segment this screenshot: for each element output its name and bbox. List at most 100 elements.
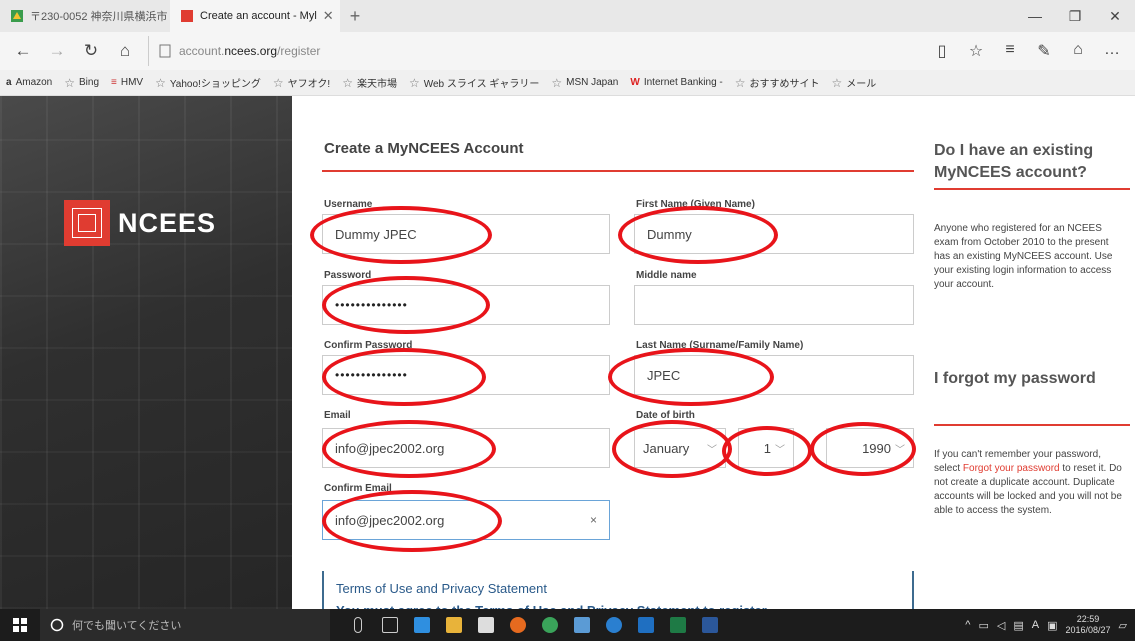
favorite-item[interactable]: ≡ HMV [111, 77, 143, 88]
share-icon[interactable]: ⌂ [1061, 41, 1095, 61]
network-icon[interactable]: ▭ [978, 619, 988, 632]
star-icon: ☆ [64, 75, 76, 90]
star-icon: ☆ [831, 75, 843, 90]
forgot-password-link[interactable]: Forgot your password [963, 463, 1060, 474]
amazon-icon: a [6, 77, 12, 88]
ime-icon[interactable]: ▤ [1013, 619, 1023, 632]
favorite-item[interactable]: ☆ 楽天市場 [342, 75, 397, 91]
title-divider [322, 170, 914, 172]
sidebar-divider [934, 188, 1130, 190]
word-icon[interactable] [694, 609, 726, 641]
explorer-icon[interactable] [438, 609, 470, 641]
last-name-input[interactable]: JPEC [634, 355, 914, 395]
back-icon[interactable]: ← [6, 36, 40, 66]
browser-tab-address[interactable]: 〒230-0052 神奈川県横浜市 [0, 0, 170, 32]
cortana-search-box[interactable]: 何でも聞いてください [40, 609, 330, 641]
windows-taskbar: 何でも聞いてください ^ ▭ ◁ ▤ A ▣ 22:59 2016/08/27 … [0, 609, 1135, 641]
help-sidebar: Do I have an existing MyNCEES account? A… [930, 96, 1135, 609]
browser-tab-title: Create an account - Myl [200, 10, 317, 22]
firefox-icon[interactable] [502, 609, 534, 641]
page-title: Create a MyNCEES Account [324, 140, 524, 157]
bank-icon: W [630, 77, 640, 88]
tab-strip: 〒230-0052 神奈川県横浜市 Create an account - My… [0, 0, 1135, 32]
start-button[interactable] [0, 618, 40, 632]
star-icon: ☆ [734, 75, 746, 90]
action-center-icon[interactable]: ▱ [1119, 619, 1127, 632]
favorite-item[interactable]: ☆ メール [831, 75, 877, 91]
ime-mode[interactable]: A [1032, 619, 1039, 631]
hmv-icon: ≡ [111, 77, 117, 88]
favorite-star-icon[interactable]: ☆ [959, 41, 993, 61]
favorite-item[interactable]: ☆ Web スライス ギャラリー [408, 75, 539, 91]
dob-day-select[interactable]: 1 ﹀ [738, 428, 794, 468]
favorite-item[interactable]: ☆ Yahoo!ショッピング [155, 75, 261, 91]
mic-icon[interactable] [342, 609, 374, 641]
middle-name-label: Middle name [636, 270, 697, 281]
favorite-item[interactable]: a Amazon [6, 77, 52, 88]
forward-icon[interactable]: → [40, 36, 74, 66]
favorite-item[interactable]: W Internet Banking - [630, 77, 722, 88]
ncees-favicon-icon [181, 10, 193, 22]
clock-date: 2016/08/27 [1065, 625, 1111, 635]
registration-form: Create a MyNCEES Account Username Dummy … [292, 96, 930, 618]
outlook-icon[interactable] [630, 609, 662, 641]
chevron-up-icon[interactable]: ^ [965, 619, 970, 631]
ie-icon[interactable] [598, 609, 630, 641]
search-placeholder: 何でも聞いてください [72, 620, 182, 632]
restore-icon[interactable]: ❐ [1055, 0, 1095, 32]
favorite-item[interactable]: ☆ Bing [64, 76, 99, 90]
sidebar-divider [934, 424, 1130, 426]
more-icon[interactable]: … [1095, 41, 1129, 61]
new-tab-icon[interactable]: + [340, 0, 370, 32]
clear-input-icon[interactable]: × [590, 513, 597, 527]
star-icon: ☆ [272, 75, 284, 90]
browser-tab-ncees[interactable]: Create an account - Myl ✕ [170, 0, 340, 32]
email-input[interactable]: info@jpec2002.org [322, 428, 610, 468]
address-bar[interactable]: account.ncees.org/register [148, 36, 330, 66]
clock[interactable]: 22:59 2016/08/27 [1065, 614, 1110, 636]
terms-heading: Terms of Use and Privacy Statement [336, 581, 547, 596]
existing-account-heading: Do I have an existing MyNCEES account? [934, 142, 1094, 181]
favorite-item[interactable]: ☆ おすすめサイト [734, 75, 820, 91]
web-note-icon[interactable]: ✎ [1027, 41, 1061, 61]
close-window-icon[interactable]: ✕ [1095, 0, 1135, 32]
username-label: Username [324, 199, 373, 210]
reading-view-icon[interactable]: ▯ [925, 41, 959, 61]
app-icon[interactable] [566, 609, 598, 641]
brand-name: NCEES [118, 207, 217, 238]
dob-year-select[interactable]: 1990 ﹀ [826, 428, 914, 468]
edge-icon[interactable] [406, 609, 438, 641]
task-view-icon[interactable] [374, 609, 406, 641]
refresh-icon[interactable]: ↻ [74, 36, 108, 66]
keyboard-icon[interactable]: ▣ [1047, 619, 1057, 632]
excel-icon[interactable] [662, 609, 694, 641]
home-icon[interactable]: ⌂ [108, 36, 142, 66]
hub-icon[interactable]: ≡ [993, 41, 1027, 61]
middle-name-input[interactable] [634, 285, 914, 325]
ncees-logo[interactable]: NCEES [64, 200, 216, 246]
url-prefix: account. [179, 44, 225, 58]
star-icon: ☆ [408, 75, 420, 90]
username-input[interactable]: Dummy JPEC [322, 214, 610, 254]
confirm-password-input[interactable]: •••••••••••••• [322, 355, 610, 395]
favorite-item[interactable]: ☆ ヤフオク! [272, 75, 330, 91]
url-domain: ncees.org [224, 44, 278, 58]
confirm-email-label: Confirm Email [324, 483, 392, 494]
last-name-label: Last Name (Surname/Family Name) [636, 340, 804, 351]
favorite-item[interactable]: ☆ MSN Japan [551, 76, 618, 90]
password-label: Password [324, 270, 372, 281]
chrome-icon[interactable] [534, 609, 566, 641]
first-name-input[interactable]: Dummy [634, 214, 914, 254]
store-icon[interactable] [470, 609, 502, 641]
hero-panel: NCEES [0, 96, 292, 609]
password-input[interactable]: •••••••••••••• [322, 285, 610, 325]
volume-icon[interactable]: ◁ [997, 619, 1005, 632]
windows-logo-icon [13, 618, 27, 632]
confirm-email-input[interactable]: info@jpec2002.org × [322, 500, 610, 540]
terms-panel: Terms of Use and Privacy Statement You m… [322, 571, 914, 618]
confirm-password-label: Confirm Password [324, 340, 413, 351]
minimize-icon[interactable]: — [1015, 0, 1055, 32]
star-icon: ☆ [342, 75, 353, 90]
dob-month-select[interactable]: January ﹀ [634, 428, 726, 468]
close-tab-icon[interactable]: ✕ [323, 8, 334, 24]
